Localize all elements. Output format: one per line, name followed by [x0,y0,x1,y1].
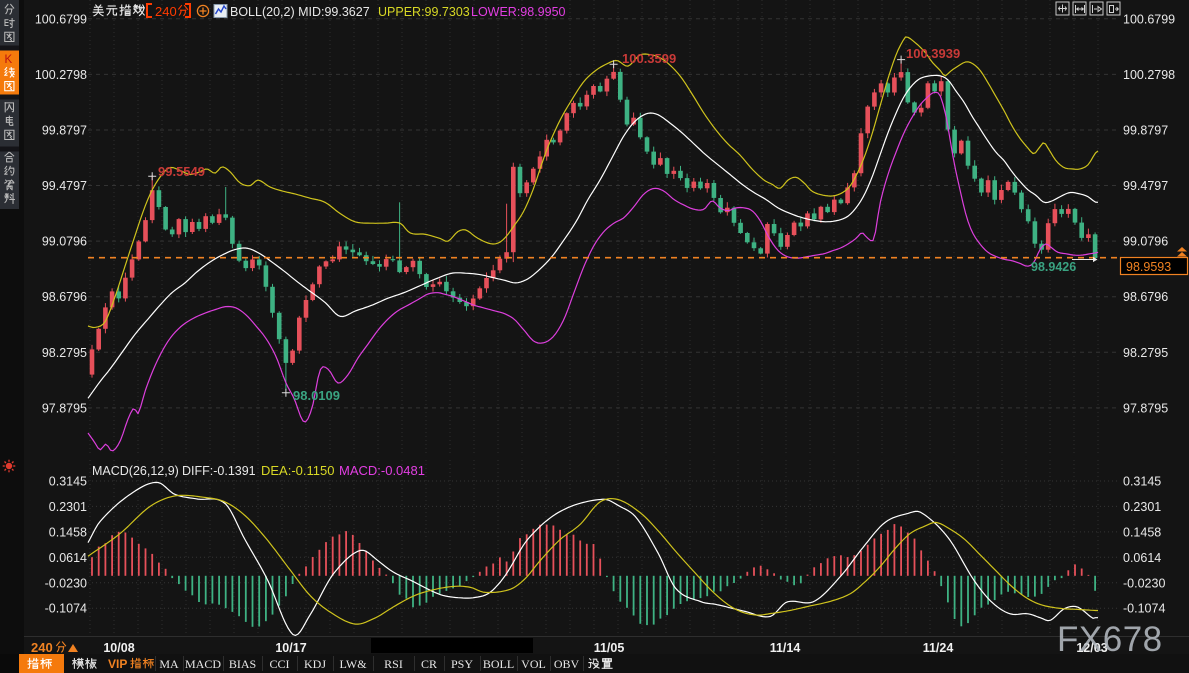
svg-text:LW&: LW& [339,657,367,671]
svg-text:0.0614: 0.0614 [49,551,87,565]
svg-text:11/05: 11/05 [594,641,625,655]
svg-text:0.2301: 0.2301 [1123,500,1161,514]
svg-text:K: K [5,54,13,66]
svg-text:0.1458: 0.1458 [1123,525,1161,539]
svg-text:LOWER:98.9950: LOWER:98.9950 [471,5,566,19]
svg-text:PSY: PSY [451,657,473,671]
svg-text:-0.0230: -0.0230 [45,576,87,590]
svg-text:MACD: MACD [185,657,221,671]
svg-text:100.3939: 100.3939 [906,46,960,61]
svg-text:10/08: 10/08 [103,641,134,655]
svg-text:240: 240 [31,640,53,655]
svg-text:99.8797: 99.8797 [1123,124,1168,138]
svg-text:99.8797: 99.8797 [42,124,87,138]
svg-text:MA: MA [159,657,179,671]
svg-text:11/24: 11/24 [923,641,954,655]
svg-text:100.2798: 100.2798 [1123,68,1175,82]
svg-text:98.9426: 98.9426 [1031,260,1076,274]
svg-text:-0.0230: -0.0230 [1123,576,1165,590]
svg-text:99.4797: 99.4797 [42,179,87,193]
svg-text:BOLL(20,2) MID:99.3627: BOLL(20,2) MID:99.3627 [230,5,370,19]
svg-text:UPPER:99.7303: UPPER:99.7303 [378,5,470,19]
svg-text:97.8795: 97.8795 [1123,401,1168,415]
svg-text:-0.1074: -0.1074 [45,602,87,616]
svg-text:0.2301: 0.2301 [49,500,87,514]
svg-text:KDJ: KDJ [304,657,326,671]
svg-text:98.6796: 98.6796 [42,290,87,304]
svg-text:98.2795: 98.2795 [42,346,87,360]
svg-text:DEA:-0.1150: DEA:-0.1150 [261,463,334,478]
svg-text:MACD:-0.0481: MACD:-0.0481 [339,463,425,478]
svg-text:0.0614: 0.0614 [1123,551,1161,565]
svg-text:VOL: VOL [521,657,546,671]
svg-text:99.4797: 99.4797 [1123,179,1168,193]
svg-text:99.5549: 99.5549 [158,164,205,179]
svg-text:BIAS: BIAS [229,657,256,671]
svg-text:CCI: CCI [269,657,289,671]
svg-text:MACD(26,12,9): MACD(26,12,9) [92,464,179,478]
svg-text:VIP: VIP [108,657,127,671]
svg-text:CR: CR [421,657,437,671]
svg-text:OBV: OBV [554,657,580,671]
svg-text:97.8795: 97.8795 [42,401,87,415]
svg-text:BOLL: BOLL [483,657,514,671]
svg-text:99.0796: 99.0796 [42,235,87,249]
svg-text:0.1458: 0.1458 [49,525,87,539]
svg-text:-0.1074: -0.1074 [1123,602,1165,616]
svg-text:98.6796: 98.6796 [1123,290,1168,304]
svg-text:10/17: 10/17 [275,641,306,655]
svg-text:11/14: 11/14 [770,641,801,655]
svg-text:0.3145: 0.3145 [1123,475,1161,489]
svg-text:RSI: RSI [384,657,403,671]
svg-text:98.2795: 98.2795 [1123,346,1168,360]
svg-text:100.3599: 100.3599 [622,51,676,66]
svg-text:100.2798: 100.2798 [35,68,87,82]
svg-text:98.0109: 98.0109 [293,388,340,403]
svg-text:99.0796: 99.0796 [1123,235,1168,249]
svg-text:DIFF:-0.1391: DIFF:-0.1391 [182,464,256,478]
svg-text:0.3145: 0.3145 [49,475,87,489]
svg-text:98.9593: 98.9593 [1126,260,1171,274]
svg-text:240: 240 [155,4,177,19]
